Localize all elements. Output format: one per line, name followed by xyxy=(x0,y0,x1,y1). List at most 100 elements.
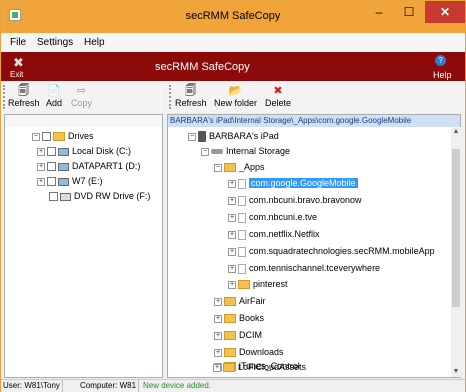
tree-item-drive[interactable]: + W7 (E:) xyxy=(37,174,103,188)
minimize-button[interactable]: – xyxy=(364,1,394,23)
tree-label: _Apps xyxy=(239,162,265,172)
collapse-icon[interactable]: − xyxy=(188,132,196,141)
file-icon xyxy=(238,178,246,189)
file-icon xyxy=(238,246,246,257)
tree-item-storage[interactable]: − Internal Storage xyxy=(201,144,290,158)
help-icon[interactable]: ? xyxy=(435,55,446,66)
expand-icon[interactable]: + xyxy=(37,177,45,186)
tree-item-app[interactable]: + com.netflix.Netflix xyxy=(228,227,320,241)
folder-icon xyxy=(238,280,250,290)
expand-icon[interactable]: + xyxy=(228,264,236,273)
tree-item-folder[interactable]: + Downloads xyxy=(214,345,284,359)
checkbox[interactable] xyxy=(47,147,56,157)
tree-item-folder[interactable]: + LoFiCloudAssets xyxy=(213,360,306,374)
app-window: secRMM SafeCopy – ☐ ✕ File Settings Help… xyxy=(0,0,466,392)
app-header: ✖ Exit secRMM SafeCopy ? Help xyxy=(1,52,465,81)
exit-icon[interactable]: ✖ xyxy=(13,55,24,71)
checkbox[interactable] xyxy=(47,177,56,187)
drive-icon xyxy=(58,162,69,171)
tree-label: Local Disk (C:) xyxy=(72,146,132,156)
add-icon: 📄 xyxy=(47,85,61,97)
device-tree-pane[interactable]: BARBARA's iPad\Internal Storage\_Apps\co… xyxy=(167,114,461,378)
checkbox[interactable] xyxy=(42,132,51,142)
collapse-icon[interactable]: − xyxy=(32,132,40,141)
left-pane-header xyxy=(5,115,162,127)
expand-icon[interactable]: + xyxy=(214,331,222,340)
left-toolbar: 🗐 Refresh 📄 Add ⇨ Copy xyxy=(1,81,163,113)
refresh-label: Refresh xyxy=(175,98,207,108)
expand-icon[interactable]: + xyxy=(228,179,236,188)
copy-button[interactable]: ⇨ Copy xyxy=(71,84,92,108)
tree-item-folder[interactable]: + DCIM xyxy=(214,328,262,342)
drives-tree-pane[interactable]: − Drives + Local Disk (C:) + DATAPART1 (D:)… xyxy=(4,114,163,378)
tree-label: W7 (E:) xyxy=(72,176,103,186)
tree-item-folder[interactable]: + Books xyxy=(214,311,264,325)
dvd-drive-icon xyxy=(60,192,71,201)
tree-label: Drives xyxy=(68,131,94,141)
menu-file[interactable]: File xyxy=(10,37,26,48)
tree-item-folder[interactable]: + AirFair xyxy=(214,294,266,308)
scroll-up-icon[interactable]: ▲ xyxy=(451,127,461,137)
add-button[interactable]: 📄 Add xyxy=(46,84,62,108)
tree-item-app[interactable]: + com.nbcuni.e.tve xyxy=(228,210,317,224)
close-button[interactable]: ✕ xyxy=(425,1,465,23)
tree-item-app[interactable]: + com.google.GoogleMobile xyxy=(228,176,358,190)
tree-item-drive[interactable]: + Local Disk (C:) xyxy=(37,144,131,158)
folder-icon xyxy=(224,314,236,324)
ipad-icon xyxy=(198,131,206,143)
new-folder-button[interactable]: 📂 New folder xyxy=(214,84,257,108)
expand-icon[interactable]: + xyxy=(228,213,236,222)
exit-button[interactable]: Exit xyxy=(10,70,23,79)
expand-icon[interactable]: + xyxy=(228,247,236,256)
tree-item-app[interactable]: + pinterest xyxy=(228,277,288,291)
expand-icon[interactable]: + xyxy=(214,348,222,357)
tree-label: Downloads xyxy=(239,347,284,357)
expand-icon[interactable]: + xyxy=(214,297,222,306)
toolbar-grip[interactable] xyxy=(169,85,171,109)
current-path: BARBARA's iPad\Internal Storage\_Apps\co… xyxy=(168,115,460,127)
vertical-scrollbar[interactable]: ▲ ▼ xyxy=(451,127,461,377)
checkbox[interactable] xyxy=(47,162,56,172)
collapse-icon[interactable]: − xyxy=(201,147,209,156)
tree-item-app[interactable]: + com.tennischannel.tceverywhere xyxy=(228,261,380,275)
expand-icon[interactable]: + xyxy=(228,230,236,239)
tree-item-app[interactable]: + com.nbcuni.bravo.bravonow xyxy=(228,193,362,207)
status-message: New device added. xyxy=(143,381,212,390)
expand-icon[interactable]: + xyxy=(214,314,222,323)
tree-item-apps-folder[interactable]: − _Apps xyxy=(214,160,265,174)
storage-icon xyxy=(211,149,223,155)
scroll-thumb[interactable] xyxy=(452,149,460,307)
tree-item-device[interactable]: − BARBARA's iPad xyxy=(188,129,279,143)
expand-icon[interactable]: + xyxy=(228,280,236,289)
tree-item-drive[interactable]: DVD RW Drive (F:) xyxy=(49,189,150,203)
tree-label: com.netflix.Netflix xyxy=(249,229,320,239)
refresh-button-right[interactable]: 🗐 Refresh xyxy=(175,84,207,108)
tree-item-drives[interactable]: − Drives xyxy=(32,129,94,143)
folder-icon xyxy=(224,297,236,307)
toolbar-grip[interactable] xyxy=(3,85,5,109)
help-button[interactable]: Help xyxy=(433,70,452,80)
expand-icon[interactable]: + xyxy=(213,363,221,372)
delete-button[interactable]: ✖ Delete xyxy=(265,84,291,108)
maximize-button[interactable]: ☐ xyxy=(394,1,424,23)
menu-help[interactable]: Help xyxy=(84,37,105,48)
refresh-button-left[interactable]: 🗐 Refresh xyxy=(8,84,40,108)
tree-label: DATAPART1 (D:) xyxy=(72,161,141,171)
refresh-label: Refresh xyxy=(8,98,40,108)
tree-item-drive[interactable]: + DATAPART1 (D:) xyxy=(37,159,140,173)
folder-icon xyxy=(224,331,236,341)
tree-label: BARBARA's iPad xyxy=(209,131,279,141)
collapse-icon[interactable]: − xyxy=(214,163,222,172)
refresh-icon: 🗐 xyxy=(18,85,30,97)
expand-icon[interactable]: + xyxy=(37,147,45,156)
menu-settings[interactable]: Settings xyxy=(37,37,73,48)
folder-icon xyxy=(53,132,65,142)
checkbox[interactable] xyxy=(49,192,58,202)
tree-item-app[interactable]: + com.squadratechnologies.secRMM.mobileAp… xyxy=(228,244,435,258)
expand-icon[interactable]: + xyxy=(37,162,45,171)
tree-label-selected: com.google.GoogleMobile xyxy=(249,178,358,188)
scroll-down-icon[interactable]: ▼ xyxy=(451,367,461,377)
title-bar[interactable]: secRMM SafeCopy – ☐ ✕ xyxy=(1,1,465,33)
folder-icon xyxy=(223,363,235,373)
expand-icon[interactable]: + xyxy=(228,196,236,205)
